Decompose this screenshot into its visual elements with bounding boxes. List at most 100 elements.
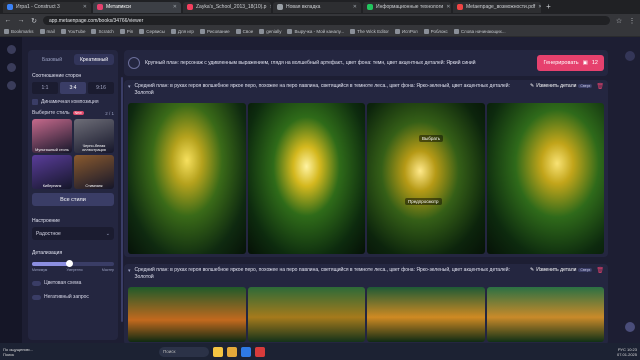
bookmark-item[interactable]: Сервисы [139, 29, 165, 35]
bookmark-label: Слова начинающих... [460, 28, 506, 34]
reload-icon[interactable]: ↻ [30, 17, 38, 25]
ratio-3-4[interactable]: 3:4 [60, 82, 86, 94]
result-image[interactable]: Выбрать Предпросмотр [367, 103, 485, 254]
negative-prompt-toggle[interactable]: Негативный запрос [32, 294, 114, 300]
bookmark-item[interactable]: mail [39, 29, 55, 35]
close-icon[interactable]: ✕ [269, 4, 271, 10]
trash-icon[interactable]: 🗑 [596, 83, 604, 90]
style-card[interactable]: Стимпанк [74, 155, 114, 189]
chrome-icon[interactable] [227, 346, 237, 357]
bookmark-item[interactable]: YouTube [60, 29, 85, 35]
taskbar-search[interactable]: Поиск [159, 346, 209, 357]
wand-icon: ✎ [530, 267, 535, 273]
star-icon[interactable]: ☆ [615, 17, 623, 25]
book-icon[interactable] [6, 81, 16, 90]
user-avatar[interactable] [625, 51, 635, 61]
style-card[interactable]: Киберпанк [32, 155, 72, 189]
result-image[interactable] [486, 103, 604, 254]
bookmark-item[interactable]: Для игр [170, 29, 194, 35]
bookmark-item[interactable]: genially [259, 29, 281, 35]
bookmark-item[interactable]: ИспРол [394, 29, 418, 35]
ratio-1-1[interactable]: 1:1 [32, 82, 58, 94]
dynamic-label: Динамичная композиция [41, 99, 99, 105]
edit-details-button[interactable]: ✎ Изменить детали Сверх [530, 267, 593, 273]
trash-icon[interactable]: 🗑 [596, 267, 604, 274]
result-image[interactable] [247, 287, 365, 342]
bookmark-item[interactable]: Слова начинающих... [453, 28, 506, 35]
clock-date: 07.01.2025 [616, 351, 637, 357]
weather-widget[interactable]: По ощущению... Поиск [3, 347, 43, 357]
bookmark-item[interactable]: The Wick Editor [350, 29, 389, 35]
menu-icon[interactable]: ⋮ [628, 17, 636, 25]
style-pager[interactable]: 2 / 1 [105, 111, 114, 116]
generate-label: Генерировать [543, 60, 579, 66]
bookmark-item[interactable]: Выручка - Мой каналу... [287, 29, 344, 35]
prompt-settings-icon[interactable] [128, 57, 140, 69]
browser-tab[interactable]: Metaenpage_возможности.pdf ✕ [453, 1, 541, 13]
detail-slider[interactable] [32, 260, 114, 267]
logo-icon[interactable] [6, 45, 16, 54]
ratio-9-16[interactable]: 9:16 [88, 82, 114, 94]
style-name: Киберпанк [42, 184, 62, 188]
close-icon[interactable]: ✕ [83, 4, 87, 10]
browser-tab[interactable]: Информационные технологи ✕ [363, 1, 451, 13]
bookmark-item[interactable]: Рисование [199, 29, 230, 35]
wand-icon: ✎ [530, 83, 535, 89]
bookmark-item[interactable]: Scratch [91, 29, 114, 35]
browser-tab[interactable]: Игра1 - Construct 3 ✕ [3, 1, 91, 13]
result-image[interactable] [128, 287, 246, 342]
tab-favicon-icon [367, 4, 373, 10]
color-scheme-toggle[interactable]: Цветовая схема [32, 280, 114, 286]
help-icon[interactable] [625, 322, 635, 332]
mood-select[interactable]: Радостное ⌄ [32, 227, 114, 240]
tab-label: Новая вкладка [286, 4, 321, 10]
style-card[interactable]: Мультяшный стиль [32, 119, 72, 153]
style-label: Выберите стиль [32, 110, 70, 116]
close-icon[interactable]: ✕ [538, 4, 541, 10]
browser-tab[interactable]: Новая вкладка ✕ [273, 1, 361, 13]
prompt-input[interactable]: Крупный план: персонаж с удивленным выра… [145, 60, 532, 67]
bookmark-icon [91, 29, 97, 35]
style-card[interactable]: Черно-белая иллюстрация [74, 119, 114, 153]
all-styles-button[interactable]: Все стили [32, 193, 114, 206]
browser-tab[interactable]: Метапикси ✕ [93, 1, 181, 13]
close-icon[interactable]: ✕ [446, 4, 450, 10]
close-icon[interactable]: ✕ [173, 4, 177, 10]
collapse-icon[interactable]: ▾ [128, 84, 131, 90]
chevron-down-icon: ⌄ [105, 230, 110, 237]
panel-scrollbar[interactable] [121, 77, 123, 322]
result-image[interactable] [247, 103, 365, 254]
mode-basic[interactable]: Базовый [32, 54, 72, 65]
image-icon[interactable] [6, 63, 16, 72]
edit-details-button[interactable]: ✎ Изменить детали Сверх [530, 83, 593, 89]
explorer-icon[interactable] [213, 346, 223, 357]
bookmark-icon [453, 29, 459, 35]
bookmark-item[interactable]: Свое [235, 29, 253, 35]
browser-tab[interactable]: Zayka's_School_2013_18(10).p✕ [183, 1, 271, 13]
back-icon[interactable]: ← [4, 17, 12, 24]
result-image[interactable] [486, 287, 604, 342]
bookmark-item[interactable]: Роблокс [423, 29, 448, 35]
credits-icon: ▣ [582, 60, 588, 66]
system-tray[interactable]: РУС 10:23 07.01.2025 [617, 347, 637, 357]
bookmark-item[interactable]: Bookmarks [4, 29, 34, 35]
url-field[interactable]: app.metaenpage.com/books/34766/viewer [43, 16, 610, 25]
generate-button[interactable]: Генерировать ▣ 12 [537, 55, 604, 71]
app-icon[interactable] [255, 346, 265, 357]
mode-creative[interactable]: Креативный [74, 54, 114, 65]
result-image[interactable] [367, 287, 485, 342]
edge-icon[interactable] [241, 346, 251, 357]
close-icon[interactable]: ✕ [353, 4, 357, 10]
negative-label: Негативный запрос [44, 294, 89, 300]
result-image[interactable] [128, 103, 246, 254]
tab-favicon-icon [187, 4, 193, 10]
forward-icon[interactable]: → [17, 17, 25, 24]
preview-tooltip[interactable]: Предпросмотр [405, 198, 442, 205]
collapse-icon[interactable]: ▾ [128, 268, 131, 274]
mood-label: Настроение [32, 218, 60, 224]
bookmark-item[interactable]: Pin [119, 29, 133, 35]
select-tooltip[interactable]: Выбрать [419, 135, 444, 142]
dynamic-composition-checkbox[interactable]: Динамичная композиция [32, 99, 114, 105]
new-tab-button[interactable]: + [543, 2, 554, 13]
slider-knob[interactable] [65, 260, 73, 267]
